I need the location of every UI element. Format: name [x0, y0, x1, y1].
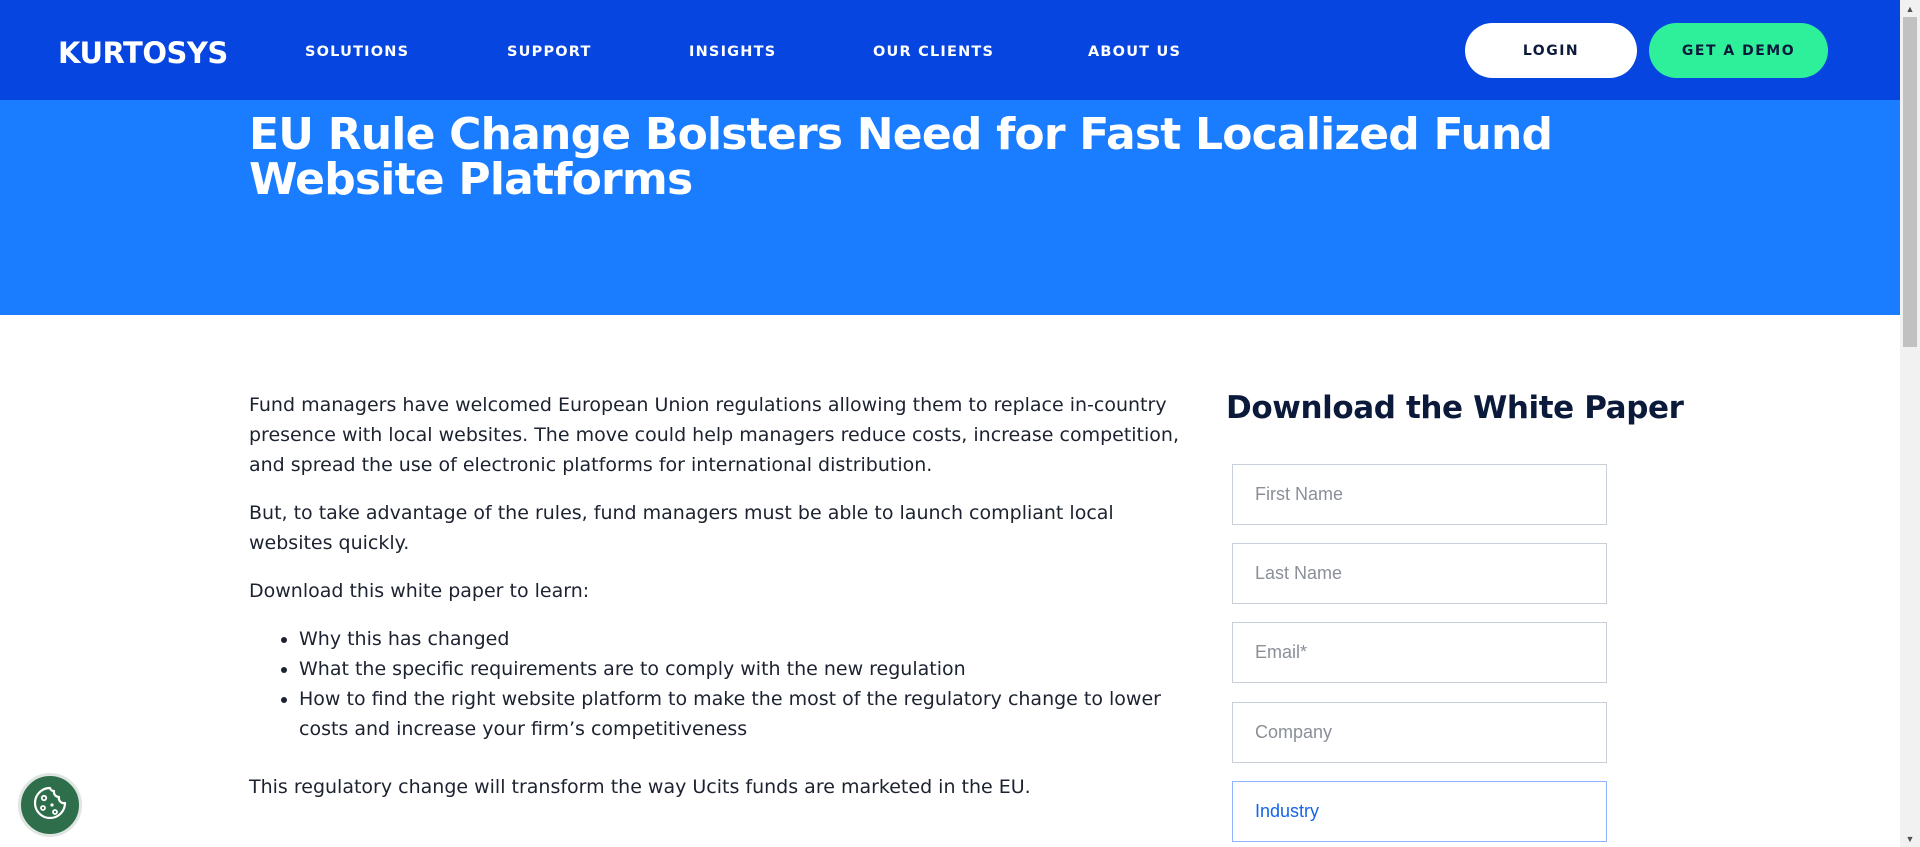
download-lead-in: Download this white paper to learn:	[249, 580, 590, 602]
page-title: EU Rule Change Bolsters Need for Fast Lo…	[249, 109, 1553, 205]
rules-paragraph: But, to take advantage of the rules, fun…	[249, 502, 1114, 554]
scroll-down-arrow-icon[interactable]: ▼	[1900, 830, 1920, 847]
kurtosys-logo[interactable]: KURTOSYS	[58, 36, 228, 70]
nav-insights[interactable]: INSIGHTS	[689, 44, 776, 60]
form-title: Download the White Paper	[1226, 390, 1684, 426]
login-button[interactable]: LOGIN	[1465, 23, 1637, 78]
email-field[interactable]	[1232, 622, 1607, 683]
last-name-field[interactable]	[1232, 543, 1607, 604]
list-item: How to find the right website platform t…	[299, 684, 1179, 744]
company-field[interactable]	[1232, 702, 1607, 763]
cookie-settings-button[interactable]	[18, 773, 82, 837]
cookie-icon	[31, 784, 69, 827]
industry-label: Industry	[1255, 801, 1320, 821]
intro-paragraph: Fund managers have welcomed European Uni…	[249, 394, 1179, 476]
nav-solutions[interactable]: SOLUTIONS	[305, 44, 409, 60]
nav-our-clients[interactable]: OUR CLIENTS	[873, 44, 994, 60]
learning-points-list: Why this has changed What the specific r…	[249, 624, 1179, 744]
closing-paragraph: This regulatory change will transform th…	[249, 776, 1031, 798]
industry-select[interactable]: Industry	[1232, 781, 1607, 842]
page-scrollbar[interactable]: ▲ ▼	[1900, 0, 1920, 847]
top-navigation-bar: KURTOSYS SOLUTIONS SUPPORT INSIGHTS OUR …	[0, 0, 1900, 100]
scroll-up-arrow-icon[interactable]: ▲	[1900, 0, 1920, 17]
first-name-field[interactable]	[1232, 464, 1607, 525]
get-a-demo-button[interactable]: GET A DEMO	[1649, 23, 1828, 78]
list-item: What the specific requirements are to co…	[299, 654, 1179, 684]
list-item: Why this has changed	[299, 624, 1179, 654]
nav-about-us[interactable]: ABOUT US	[1088, 44, 1181, 60]
scrollbar-thumb[interactable]	[1903, 17, 1917, 347]
article-body: Fund managers have welcomed European Uni…	[249, 390, 1179, 820]
hero-banner: EU Rule Change Bolsters Need for Fast Lo…	[0, 100, 1900, 315]
page: KURTOSYS SOLUTIONS SUPPORT INSIGHTS OUR …	[0, 0, 1900, 847]
nav-support[interactable]: SUPPORT	[507, 44, 592, 60]
